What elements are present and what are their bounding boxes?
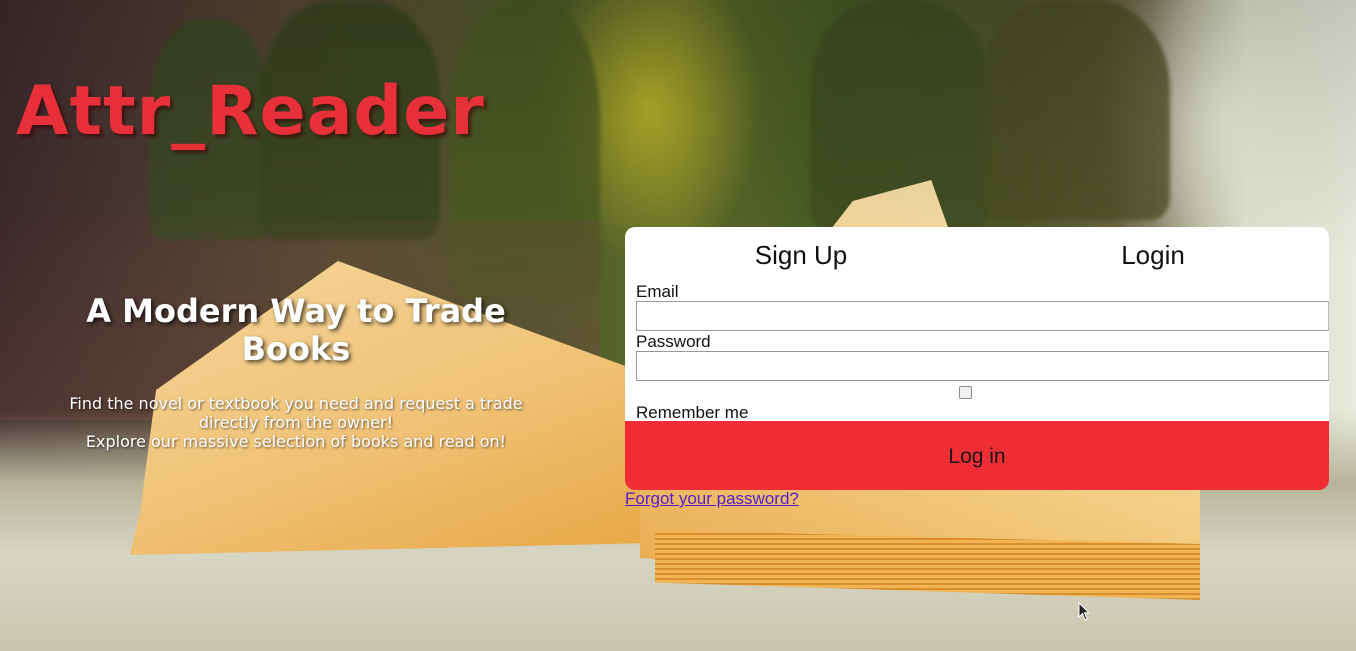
hero-section: A Modern Way to Trade Books Find the nov…: [40, 292, 552, 451]
password-label: Password: [636, 332, 711, 351]
tab-login[interactable]: Login: [977, 227, 1329, 283]
hero-description-line-2: Explore our massive selection of books a…: [85, 432, 507, 451]
hero-description: Find the novel or textbook you need and …: [61, 394, 531, 451]
brand-logo: Attr_Reader: [16, 72, 485, 151]
tab-sign-up[interactable]: Sign Up: [625, 227, 977, 283]
hero-title: A Modern Way to Trade Books: [86, 292, 506, 368]
forgot-password-link[interactable]: Forgot your password?: [625, 489, 799, 509]
hero-description-line-1: Find the novel or textbook you need and …: [69, 394, 523, 432]
email-label: Email: [636, 282, 679, 301]
remember-me-label: Remember me: [636, 403, 749, 422]
remember-row: [625, 381, 1329, 403]
auth-card: Sign Up Login Email Password Remember me…: [625, 227, 1329, 490]
mouse-cursor-icon: [1078, 602, 1090, 621]
email-field[interactable]: [636, 301, 1329, 331]
auth-tabs: Sign Up Login: [625, 227, 1329, 283]
password-field[interactable]: [636, 351, 1329, 381]
remember-me-checkbox[interactable]: [959, 386, 972, 399]
login-button[interactable]: Log in: [625, 421, 1329, 490]
